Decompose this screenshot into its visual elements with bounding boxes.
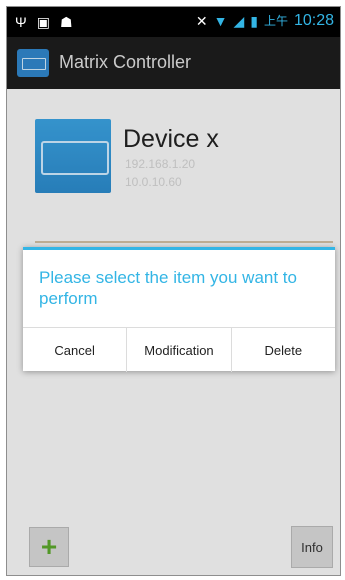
dialog-accent-bar [23,247,335,250]
dialog-button-row: Cancel Modification Delete [23,327,335,372]
modification-button[interactable]: Modification [127,328,232,372]
usb-icon: Ψ [15,14,27,30]
cancel-button[interactable]: Cancel [23,328,128,372]
status-ampm: 上午 [263,14,288,28]
delete-button[interactable]: Delete [232,328,335,372]
android-icon: ☗ [59,14,73,30]
signal-icon: ◢ [233,13,245,29]
status-right-icons: ✕ ▼ ◢ ▮ 上午 10:28 [196,12,334,30]
status-bar: Ψ ▣ ☗ ✕ ▼ ◢ ▮ 上午 10:28 [7,7,340,37]
mute-icon: ✕ [195,13,208,29]
status-time: 10:28 [293,12,334,29]
phone-screen: Ψ ▣ ☗ ✕ ▼ ◢ ▮ 上午 10:28 Matrix Controller… [6,6,341,576]
action-dialog: Please select the item you want to perfo… [23,247,335,372]
wifi-icon: ▼ [213,13,228,29]
dialog-title: Please select the item you want to perfo… [39,268,297,308]
image-icon: ▣ [36,14,50,30]
battery-icon: ▮ [250,13,258,29]
status-left-icons: Ψ ▣ ☗ [15,13,73,31]
